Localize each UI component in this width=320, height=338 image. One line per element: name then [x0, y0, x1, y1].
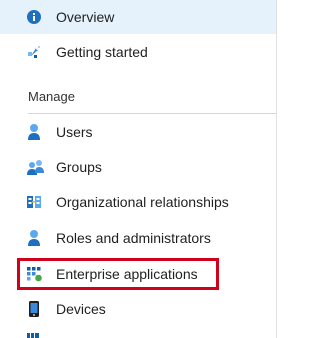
groups-icon	[26, 158, 44, 176]
nav-item-label: Groups	[56, 159, 102, 175]
device-icon	[26, 300, 42, 318]
roles-icon	[26, 229, 42, 247]
nav-item-label: Getting started	[56, 44, 148, 60]
nav-item-label: Roles and administrators	[56, 230, 211, 246]
nav-item-overview[interactable]: Overview	[0, 0, 276, 34]
nav-item-label: Overview	[56, 9, 115, 25]
nav-item-groups[interactable]: Groups	[0, 150, 276, 184]
nav-item-label: Enterprise applications	[56, 266, 198, 282]
rocket-icon	[26, 43, 42, 61]
nav-item-roles-and-administrators[interactable]: Roles and administrators	[0, 221, 276, 255]
nav-item-users[interactable]: Users	[0, 115, 276, 149]
nav-item-organizational-relationships[interactable]: Organizational relationships	[0, 185, 276, 219]
section-title-manage: Manage	[28, 89, 75, 104]
left-navigation: Overview Getting started Manage Users Gr…	[0, 0, 277, 338]
nav-item-devices[interactable]: Devices	[0, 292, 276, 326]
nav-item-label: Devices	[56, 301, 106, 317]
nav-item-label: Organizational relationships	[56, 194, 229, 210]
nav-item-label: Users	[56, 124, 93, 140]
user-icon	[26, 123, 42, 141]
partial-icon	[27, 333, 39, 338]
nav-item-getting-started[interactable]: Getting started	[0, 35, 276, 69]
nav-item-enterprise-applications[interactable]: Enterprise applications	[0, 257, 276, 291]
apps-icon	[26, 265, 42, 283]
organization-icon	[26, 193, 42, 211]
section-divider	[28, 113, 276, 114]
info-icon	[26, 8, 42, 26]
